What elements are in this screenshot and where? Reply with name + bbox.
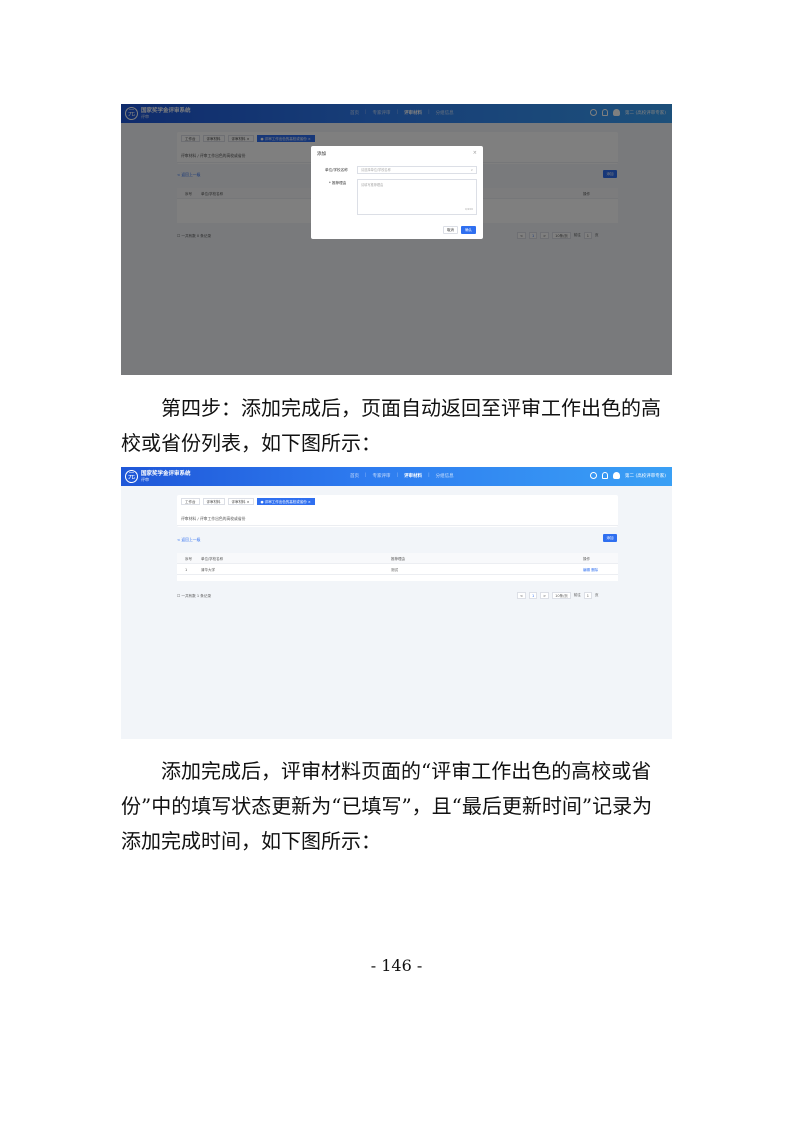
nav-expert-review[interactable]: 专家评审	[373, 473, 391, 479]
screenshot-add-dialog: 元 国家奖学金评审系统 评审 首页| 专家评审| 评审材料| 分组信息 第二 (…	[121, 104, 672, 375]
back-link[interactable]: < 返回上一级	[177, 537, 200, 543]
page-number: - 146 -	[370, 956, 423, 975]
divider	[177, 525, 618, 526]
reason-label: * 推荐理由	[329, 181, 347, 185]
app-subtitle: 评审	[141, 477, 149, 482]
goto-input[interactable]: 1	[583, 592, 592, 599]
tab-materials-closable[interactable]: 评审材料 ×	[227, 498, 254, 505]
breadcrumb-card: 工作台 评审材料 评审材料 × ● 评审工作出色的高校或省份 × 评审材料 / …	[177, 495, 618, 527]
page-tabs: 工作台 评审材料 评审材料 × ● 评审工作出色的高校或省份 ×	[181, 498, 315, 505]
table-row: 1 清华大学 测试 编辑 删除	[177, 564, 618, 575]
add-button[interactable]: 添加	[603, 534, 617, 542]
goto-unit: 页	[594, 593, 599, 597]
add-dialog: 添加 × 单位/学校名称 请选择单位/学校名称 ∨ * 推荐理由 请填写推荐理由…	[311, 146, 483, 239]
status-update-paragraph: 添加完成后，评审材料页面的“评审工作出色的高校或省份”中的填写状态更新为“已填写…	[121, 754, 672, 859]
dialog-title: 添加	[317, 152, 326, 157]
help-icon[interactable]	[590, 472, 598, 479]
nav-home[interactable]: 首页	[350, 473, 359, 479]
tab-workbench[interactable]: 工作台	[181, 498, 200, 505]
school-name-select[interactable]: 请选择单位/学校名称 ∨	[357, 166, 477, 174]
char-counter: 0/200	[464, 207, 473, 211]
row-reason: 测试	[391, 567, 398, 572]
pagination: < 1 > 10条/页 前往 1 页	[517, 592, 598, 599]
reason-placeholder: 请填写推荐理由	[361, 183, 384, 187]
reason-textarea[interactable]: 请填写推荐理由 0/200	[357, 179, 477, 215]
col-reason: 推荐理由	[391, 556, 405, 561]
row-school-name: 清华大学	[201, 567, 215, 572]
screenshot-list: 元 国家奖学金评审系统 评审 首页 | 专家评审 | 评审材料 | 分组信息 第二 (…	[121, 467, 672, 739]
page-number-button[interactable]: 1	[528, 592, 538, 599]
tab-outstanding[interactable]: ● 评审工作出色的高校或省份 ×	[256, 498, 315, 505]
confirm-button[interactable]: 确认	[461, 226, 476, 234]
cancel-button[interactable]: 取消	[443, 226, 458, 234]
row-actions: 编辑 删除	[583, 568, 598, 573]
modal-overlay	[121, 104, 672, 375]
record-count: ☐ 一共有数 1 条记录	[177, 594, 212, 598]
goto-label: 前往	[573, 593, 581, 597]
user-name[interactable]: 第二 (高校评审专家)	[625, 473, 666, 479]
chevron-down-icon: ∨	[470, 168, 473, 172]
app-title: 国家奖学金评审系统	[141, 471, 191, 477]
school-name-label: 单位/学校名称	[325, 168, 348, 172]
nav-group-info[interactable]: 分组信息	[436, 473, 454, 479]
table-header: 序号 单位/学校名称 推荐理由 操作	[177, 553, 618, 564]
row-index: 1	[185, 567, 188, 572]
app-logo-icon: 元	[125, 470, 138, 483]
school-name-placeholder: 请选择单位/学校名称	[361, 168, 391, 172]
nav-review-materials[interactable]: 评审材料	[404, 473, 422, 479]
step-four-paragraph: 第四步：添加完成后，页面自动返回至评审工作出色的高校或省份列表，如下图所示：	[121, 391, 672, 461]
record-table: 序号 单位/学校名称 推荐理由 操作 1 清华大学 测试 编辑 删除	[177, 553, 618, 581]
top-nav: 首页| 专家评审| 评审材料| 分组信息	[350, 473, 454, 479]
next-page-button[interactable]: >	[540, 592, 550, 599]
step-four-text: 第四步：添加完成后，页面自动返回至评审工作出色的高校或省份列表，如下图所示：	[121, 396, 661, 455]
header-tools: 第二 (高校评审专家)	[590, 472, 666, 479]
tab-materials[interactable]: 评审材料	[202, 498, 225, 505]
page-size-select[interactable]: 10条/页	[552, 592, 571, 599]
user-avatar-icon[interactable]	[613, 472, 621, 479]
delete-link[interactable]: 删除	[591, 568, 598, 572]
breadcrumb: 评审材料 / 评审工作出色的高校或省份	[181, 516, 246, 521]
col-index: 序号	[185, 556, 192, 561]
bell-icon[interactable]	[602, 472, 609, 479]
col-name: 单位/学校名称	[201, 556, 224, 561]
edit-link[interactable]: 编辑	[583, 568, 590, 572]
prev-page-button[interactable]: <	[517, 592, 526, 599]
col-action: 操作	[583, 556, 590, 561]
app-header: 元 国家奖学金评审系统 评审 首页| 专家评审| 评审材料| 分组信息 第二 (…	[121, 467, 672, 486]
status-update-text: 添加完成后，评审材料页面的“评审工作出色的高校或省份”中的填写状态更新为“已填写…	[121, 759, 653, 853]
close-icon[interactable]: ×	[473, 150, 477, 156]
